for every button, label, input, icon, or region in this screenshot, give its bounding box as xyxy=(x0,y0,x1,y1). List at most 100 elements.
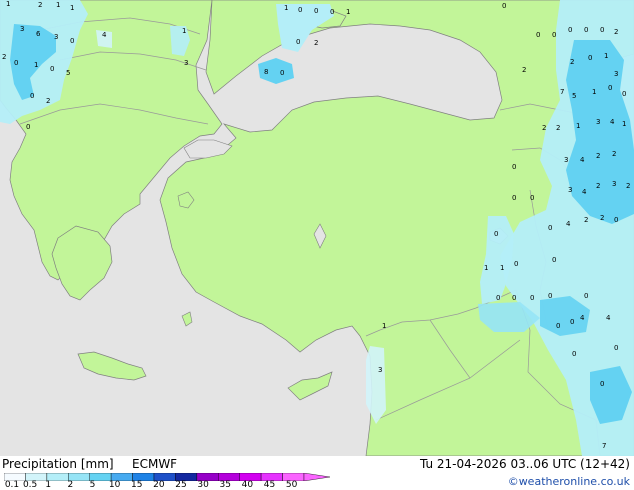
precipitation-value: 0 xyxy=(298,6,302,14)
precipitation-value: 7 xyxy=(602,442,606,450)
precipitation-value: 1 xyxy=(382,322,386,330)
model-name: ECMWF xyxy=(132,457,178,471)
precipitation-value: 1 xyxy=(500,264,504,272)
precipitation-value: 3 xyxy=(564,156,568,164)
precipitation-value: 2 xyxy=(522,66,526,74)
map-title: Precipitation [mm] xyxy=(2,457,114,471)
precipitation-value: 0 xyxy=(296,38,300,46)
legend-tick-label: 45 xyxy=(263,480,276,490)
precipitation-value: 0 xyxy=(614,216,618,224)
precipitation-value: 0 xyxy=(26,123,30,131)
precipitation-value: 3 xyxy=(612,180,616,188)
precipitation-value: 2 xyxy=(556,124,560,132)
precipitation-value: 0 xyxy=(548,224,552,232)
precipitation-value: 0 xyxy=(584,292,588,300)
precipitation-value: 1 xyxy=(6,0,10,8)
legend-tick-label: 0.5 xyxy=(22,480,38,490)
precipitation-value: 0 xyxy=(588,54,592,62)
precipitation-value: 0 xyxy=(502,2,506,10)
precipitation-value: 2 xyxy=(596,152,600,160)
precipitation-value: 2 xyxy=(614,28,618,36)
precipitation-value: 3 xyxy=(378,366,382,374)
precipitation-value: 1 xyxy=(182,27,186,35)
precipitation-value: 0 xyxy=(496,294,500,302)
precipitation-value: 4 xyxy=(566,220,571,228)
legend-tick-label: 0.1 xyxy=(4,480,20,490)
precipitation-value: 1 xyxy=(576,122,580,130)
legend-tick-label: 10 xyxy=(108,480,121,490)
precipitation-value: 3 xyxy=(54,33,58,41)
precipitation-value: 0 xyxy=(568,26,572,34)
precipitation-value: 0 xyxy=(614,344,618,352)
precipitation-value: 6 xyxy=(36,30,41,38)
credit-link[interactable]: ©weatheronline.co.uk xyxy=(508,475,630,489)
precipitation-value: 0 xyxy=(552,256,556,264)
legend-color-bar xyxy=(4,473,330,481)
legend-tick-labels: 0.1 0.5 1 2 5 10 15 20 25 30 35 40 45 50 xyxy=(0,481,340,490)
precipitation-value: 1 xyxy=(34,61,38,69)
precipitation-value: 0 xyxy=(608,84,612,92)
precipitation-value: 0 xyxy=(50,65,54,73)
legend-overflow-arrow xyxy=(303,473,330,481)
precipitation-value: 0 xyxy=(514,260,518,268)
legend-tick-label: 20 xyxy=(153,480,165,490)
precipitation-value: 0 xyxy=(70,37,74,45)
precipitation-value: 4 xyxy=(582,188,587,196)
precipitation-value: 0 xyxy=(556,322,560,330)
precipitation-value: 4 xyxy=(606,314,611,322)
precipitation-value: 5 xyxy=(66,69,70,77)
precipitation-value: 2 xyxy=(570,58,574,66)
precipitation-value: 8 xyxy=(264,68,268,76)
legend-tick-label: 35 xyxy=(219,480,232,490)
precipitation-value: 0 xyxy=(600,380,604,388)
map-footer: Precipitation [mm] ECMWF Tu 21-04-2026 0… xyxy=(0,456,634,490)
precipitation-value: 0 xyxy=(548,292,552,300)
precipitation-value: 2 xyxy=(600,214,604,222)
precipitation-value: 1 xyxy=(604,52,608,60)
precipitation-value: 3 xyxy=(184,59,188,67)
precipitation-value: 0 xyxy=(30,92,34,100)
precipitation-value: 0 xyxy=(494,230,498,238)
precipitation-value: 2 xyxy=(542,124,546,132)
precipitation-value: 2 xyxy=(612,150,616,158)
precipitation-value: 2 xyxy=(2,53,6,61)
precipitation-value: 2 xyxy=(596,182,600,190)
precipitation-value: 1 xyxy=(622,120,626,128)
precipitation-value: 0 xyxy=(14,59,18,67)
precipitation-value: 2 xyxy=(584,216,588,224)
precipitation-value: 0 xyxy=(584,26,588,34)
precipitation-value: 3 xyxy=(20,25,24,33)
precipitation-value: 0 xyxy=(552,31,556,39)
legend-tick-label: 50 xyxy=(285,480,298,490)
precipitation-value: 2 xyxy=(46,97,50,105)
precipitation-value: 0 xyxy=(512,163,516,171)
precipitation-value: 0 xyxy=(572,350,576,358)
precipitation-value: 1 xyxy=(284,4,288,12)
precipitation-value: 2 xyxy=(626,182,630,190)
precipitation-value: 1 xyxy=(346,8,350,16)
precipitation-value: 2 xyxy=(314,39,318,47)
precipitation-value: 3 xyxy=(614,70,618,78)
precipitation-value: 0 xyxy=(622,90,626,98)
precipitation-value: 1 xyxy=(70,4,74,12)
precipitation-value: 4 xyxy=(610,118,615,126)
precipitation-value: 0 xyxy=(530,294,534,302)
precipitation-value: 4 xyxy=(580,314,585,322)
precipitation-value: 0 xyxy=(512,194,516,202)
precipitation-value: 4 xyxy=(102,31,107,39)
precipitation-value: 1 xyxy=(484,264,488,272)
precipitation-value: 3 xyxy=(568,186,572,194)
legend-tick-label: 40 xyxy=(241,480,254,490)
precipitation-value: 0 xyxy=(600,26,604,34)
precipitation-value: 1 xyxy=(592,88,596,96)
precipitation-value: 0 xyxy=(536,31,540,39)
precipitation-value: 0 xyxy=(330,8,334,16)
precipitation-value: 1 xyxy=(56,1,60,9)
map-canvas: 1 2 136 3120 1 0 502001431 0 0 0 10 28 000 00 0 0 222 0 13… xyxy=(0,0,634,456)
precipitation-value: 7 xyxy=(560,88,564,96)
precipitation-value: 0 xyxy=(280,69,284,77)
legend-tick-label: 5 xyxy=(89,480,96,490)
precipitation-value: 3 xyxy=(596,118,600,126)
legend-tick-label: 15 xyxy=(131,480,143,490)
precipitation-value: 4 xyxy=(580,156,585,164)
